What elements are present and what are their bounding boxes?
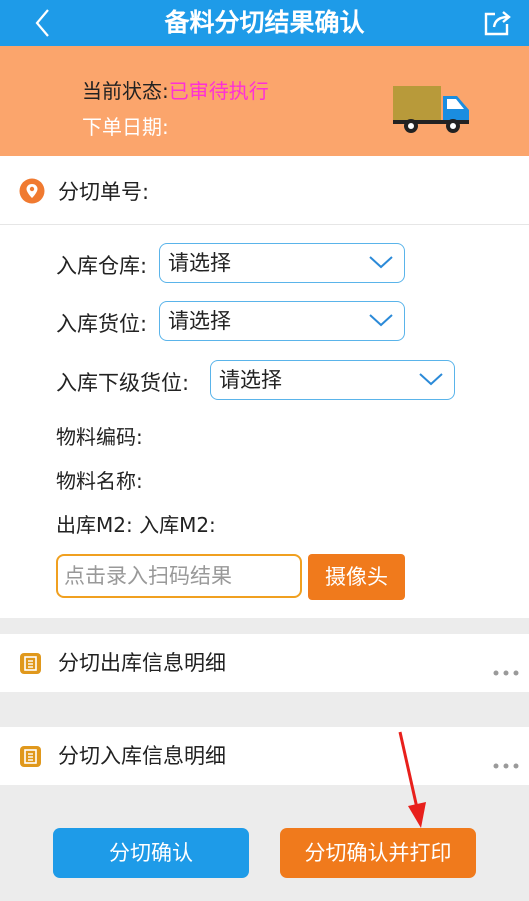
in-detail-label: 分切入库信息明细 [58, 744, 226, 768]
in-m2-label: 入库M2: [139, 513, 216, 537]
camera-button[interactable]: 摄像头 [308, 554, 405, 600]
status-line: 当前状态:已审待执行 [82, 78, 269, 104]
material-code-label: 物料编码: [56, 425, 143, 449]
annotation-arrow [390, 730, 436, 834]
confirm-button[interactable]: 分切确认 [53, 828, 249, 878]
out-m2-label: 出库M2: [56, 513, 133, 537]
page-title: 备料分切结果确认 [164, 8, 365, 37]
out-detail-section[interactable]: 分切出库信息明细 [0, 634, 529, 692]
location-select-value: 请选择 [168, 309, 231, 333]
location-select[interactable]: 请选择 [159, 301, 405, 341]
truck-icon [393, 84, 473, 138]
location-pin-icon [19, 178, 45, 208]
warehouse-label: 入库仓库: [56, 254, 148, 278]
status-value: 已审待执行 [168, 79, 269, 103]
scan-result-input[interactable] [56, 554, 302, 598]
warehouse-select-value: 请选择 [168, 251, 231, 275]
order-number-label: 分切单号: [58, 180, 150, 204]
app-header: 备料分切结果确认 [0, 0, 529, 46]
order-number-row: 分切单号: [0, 156, 529, 225]
location-label: 入库货位: [56, 312, 148, 336]
more-icon[interactable] [493, 754, 519, 773]
chevron-down-icon [368, 312, 394, 332]
status-label: 当前状态: [82, 79, 169, 103]
list-icon [20, 746, 41, 767]
form-card: 分切单号: 入库仓库: 请选择 入库货位: 请选择 入库下级货位: 请选择 物料… [0, 156, 529, 618]
sublocation-label: 入库下级货位: [56, 371, 190, 395]
status-banner: 当前状态:已审待执行 下单日期: [0, 46, 529, 156]
sublocation-select-value: 请选择 [219, 368, 282, 392]
chevron-down-icon [418, 371, 444, 391]
warehouse-select[interactable]: 请选择 [159, 243, 405, 283]
sublocation-select[interactable]: 请选择 [210, 360, 455, 400]
list-icon [20, 653, 41, 674]
m2-line: 出库M2: 入库M2: [56, 512, 216, 538]
share-icon[interactable] [481, 8, 513, 38]
order-date-label: 下单日期: [82, 115, 169, 139]
more-icon[interactable] [493, 661, 519, 680]
out-detail-label: 分切出库信息明细 [58, 651, 226, 675]
chevron-down-icon [368, 254, 394, 274]
material-name-label: 物料名称: [56, 469, 143, 493]
confirm-print-button[interactable]: 分切确认并打印 [280, 828, 476, 878]
in-detail-section[interactable]: 分切入库信息明细 [0, 727, 529, 785]
